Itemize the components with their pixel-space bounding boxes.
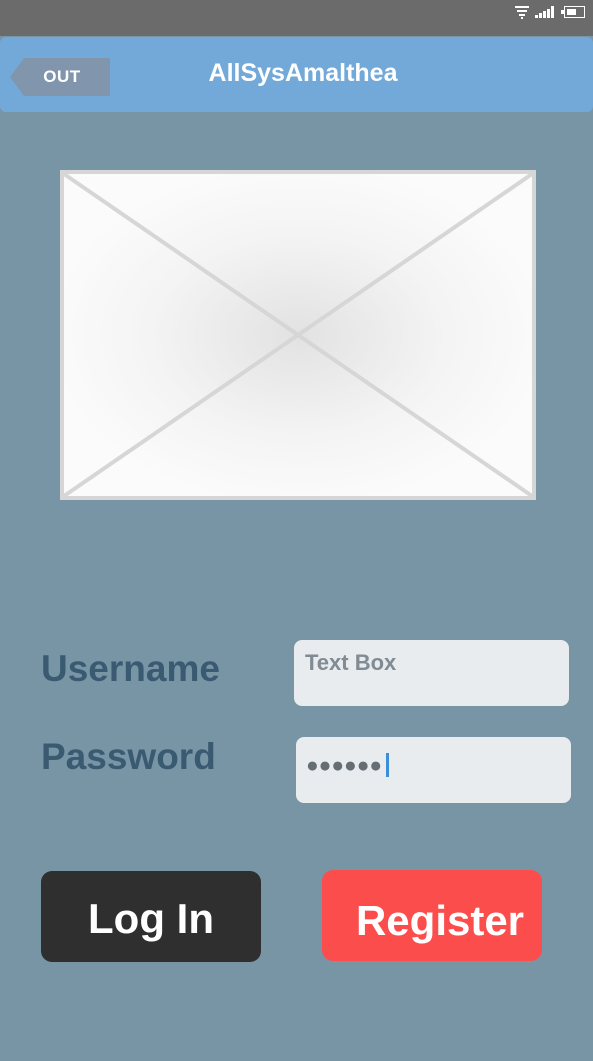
wifi-icon [515, 5, 529, 24]
username-input[interactable]: Text Box [294, 640, 569, 706]
out-button[interactable]: OUT [10, 58, 110, 96]
status-icons [515, 5, 585, 24]
register-button[interactable]: Register [322, 870, 542, 961]
battery-icon [561, 5, 585, 23]
page-title: AllSysAmalthea [208, 59, 398, 87]
text-caret [386, 753, 390, 777]
app-header: OUT AllSysAmalthea [0, 37, 593, 112]
username-placeholder: Text Box [305, 650, 397, 675]
password-label: Password [41, 736, 216, 777]
login-button[interactable]: Log In [41, 871, 261, 962]
status-bar [0, 0, 593, 36]
password-value: ●●●●●● [306, 753, 390, 777]
password-input[interactable]: ●●●●●● [296, 737, 571, 803]
image-placeholder [60, 170, 536, 500]
signal-icon [535, 5, 555, 23]
username-label: Username [41, 648, 220, 689]
image-placeholder-icon [64, 174, 532, 496]
password-mask: ●●●●●● [306, 753, 383, 777]
out-button-label: OUT [43, 67, 81, 86]
